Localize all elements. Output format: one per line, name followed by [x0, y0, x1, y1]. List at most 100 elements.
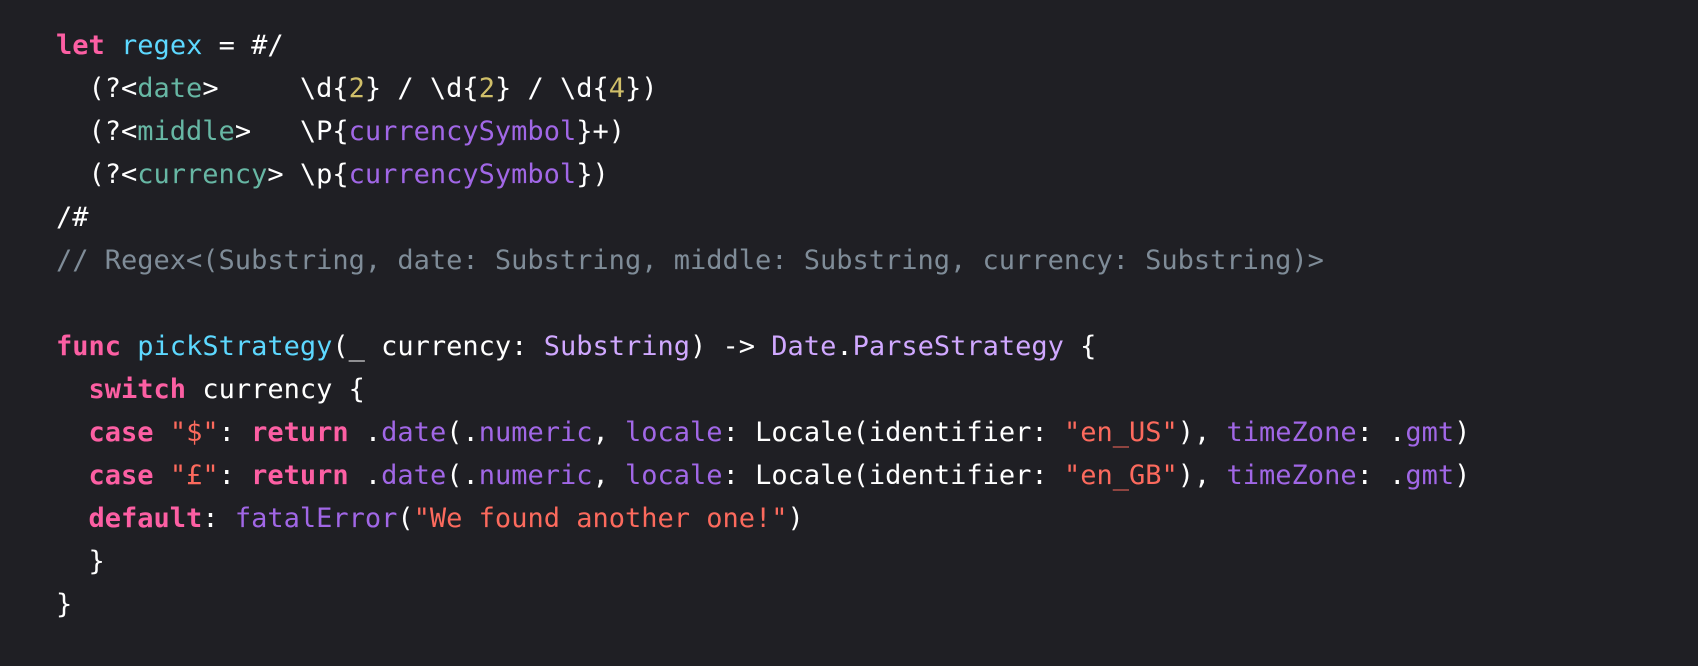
identifier-token: pickStrategy	[137, 331, 333, 362]
code-text: (.	[446, 460, 479, 491]
keyword-token: return	[251, 460, 349, 491]
keyword-token: func	[56, 331, 122, 362]
member-token: gmt	[1405, 417, 1455, 448]
keyword-token: return	[251, 417, 349, 448]
code-line: default: fatalError("We found another on…	[56, 497, 1470, 540]
member-token: currencySymbol	[348, 159, 577, 190]
code-text: (_ currency:	[332, 331, 544, 362]
code-text: }	[56, 546, 105, 577]
keyword-token: let	[56, 30, 105, 61]
code-text: )	[787, 503, 804, 534]
string-literal: "$"	[169, 417, 219, 448]
code-text: (?<	[56, 159, 138, 190]
member-token: timeZone	[1226, 460, 1357, 491]
keyword-token: default	[88, 503, 203, 534]
code-text: /#	[56, 202, 89, 233]
code-text: .	[348, 417, 382, 448]
code-line: (?<date> \d{2} / \d{2} / \d{4})	[56, 67, 1470, 110]
string-literal: "en_GB"	[1063, 460, 1178, 491]
code-text: : .	[1356, 460, 1406, 491]
code-text: > \P{	[234, 116, 349, 147]
type-token: Date	[771, 331, 837, 362]
code-text: } / \d{	[494, 73, 609, 104]
code-line: case "$": return .date(.numeric, locale:…	[56, 411, 1471, 454]
type-token: Substring	[543, 331, 691, 362]
code-text: }+)	[576, 116, 625, 147]
member-token: fatalError	[234, 503, 398, 534]
number-token: 4	[608, 73, 626, 104]
code-line: switch currency {	[56, 368, 1470, 411]
capture-group-name: currency	[137, 159, 268, 190]
code-line: func pickStrategy(_ currency: Substring)…	[56, 325, 1470, 368]
code-text: ),	[1177, 460, 1227, 491]
number-token: 2	[478, 73, 495, 104]
code-text: .	[836, 331, 853, 362]
code-text: ,	[592, 417, 626, 448]
capture-group-name: middle	[137, 116, 235, 147]
code-text: : Locale(identifier:	[722, 417, 1064, 448]
code-text: {	[1063, 331, 1097, 362]
member-token: numeric	[478, 417, 593, 448]
code-line: (?<middle> \P{currencySymbol}+)	[56, 110, 1470, 153]
member-token: date	[381, 417, 447, 448]
code-text: > \p{	[267, 159, 349, 190]
code-text: = #/	[202, 30, 284, 61]
member-token: gmt	[1405, 460, 1455, 491]
code-line: (?<currency> \p{currencySymbol})	[56, 153, 1470, 196]
member-token: date	[381, 460, 447, 491]
code-line: }	[56, 540, 1470, 583]
code-text: :	[218, 460, 252, 491]
code-text: ) ->	[690, 331, 772, 362]
code-text: (.	[446, 417, 479, 448]
member-token: numeric	[478, 460, 593, 491]
code-text: (	[397, 503, 414, 534]
code-text: } / \d{	[364, 73, 479, 104]
code-editor: let regex = #/ (?<date> \d{2} / \d{2} / …	[0, 0, 1698, 666]
code-line: /#	[56, 196, 1470, 239]
keyword-token: switch	[88, 374, 187, 405]
code-comment: // Regex<(Substring, date: Substring, mi…	[56, 245, 1324, 276]
code-line: }	[56, 583, 1470, 626]
keyword-token: case	[88, 460, 154, 491]
string-literal: "£"	[169, 460, 219, 491]
code-text: : Locale(identifier:	[722, 460, 1064, 491]
code-text: : .	[1356, 417, 1406, 448]
string-literal: "en_US"	[1063, 417, 1178, 448]
code-text: currency {	[186, 374, 365, 405]
code-line: case "£": return .date(.numeric, locale:…	[56, 454, 1471, 497]
code-text: )	[1454, 417, 1471, 448]
member-token: locale	[625, 417, 723, 448]
code-text: (?<	[56, 116, 138, 147]
type-token: ParseStrategy	[852, 331, 1064, 362]
code-text: )	[1454, 460, 1471, 491]
code-text: ),	[1177, 417, 1227, 448]
number-token: 2	[348, 73, 365, 104]
code-line: let regex = #/	[56, 24, 1470, 67]
capture-group-name: date	[137, 73, 203, 104]
code-line: // Regex<(Substring, date: Substring, mi…	[56, 239, 1470, 282]
member-token: timeZone	[1226, 417, 1357, 448]
code-block: let regex = #/ (?<date> \d{2} / \d{2} / …	[56, 24, 1470, 626]
keyword-token: case	[88, 417, 154, 448]
code-text: :	[218, 417, 252, 448]
code-text: })	[576, 159, 609, 190]
code-text: .	[348, 460, 382, 491]
code-text: }	[56, 589, 73, 620]
code-text: (?<	[56, 73, 138, 104]
member-token: locale	[625, 460, 723, 491]
identifier-token: regex	[121, 30, 203, 61]
code-text: :	[202, 503, 235, 534]
member-token: currencySymbol	[348, 116, 577, 147]
code-text: > \d{	[202, 73, 349, 104]
code-text: })	[625, 73, 658, 104]
code-text: ,	[592, 460, 626, 491]
